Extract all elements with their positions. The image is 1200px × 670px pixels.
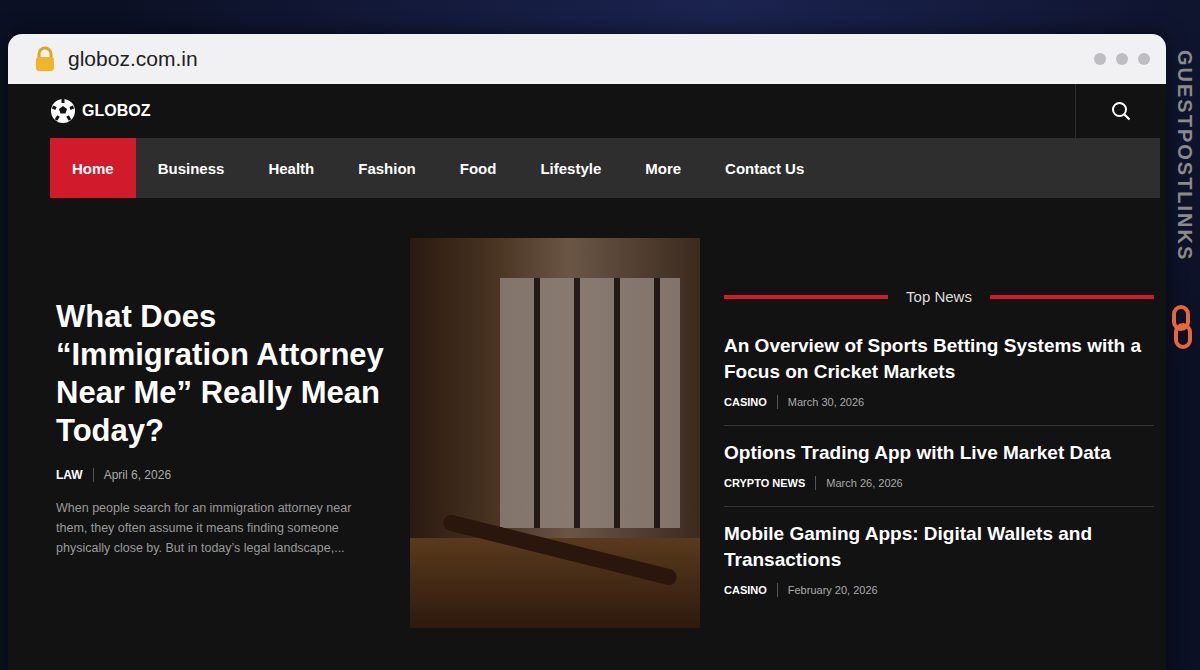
browser-window: globoz.com.in GLOBOZ HomeBusinessHealthFas… bbox=[8, 34, 1166, 670]
hero-section: What Does “Immigration Attorney Near Me”… bbox=[8, 198, 1166, 628]
meta-separator bbox=[815, 476, 816, 490]
news-item: Mobile Gaming Apps: Digital Wallets and … bbox=[724, 507, 1154, 613]
news-title[interactable]: An Overview of Sports Betting Systems wi… bbox=[724, 333, 1154, 385]
nav-item[interactable]: Lifestyle bbox=[518, 138, 623, 198]
post-date: April 6, 2026 bbox=[104, 468, 171, 482]
soccer-ball-icon bbox=[50, 98, 76, 124]
window-dot[interactable] bbox=[1094, 53, 1106, 65]
top-news-heading: Top News bbox=[906, 288, 972, 305]
news-item: Options Trading App with Live Market Dat… bbox=[724, 426, 1154, 507]
site-logo[interactable]: GLOBOZ bbox=[50, 98, 1075, 124]
post-date: March 26, 2026 bbox=[826, 477, 902, 489]
category-link[interactable]: LAW bbox=[56, 468, 83, 482]
nav-item[interactable]: Contact Us bbox=[703, 138, 826, 198]
news-item: An Overview of Sports Betting Systems wi… bbox=[724, 319, 1154, 426]
nav-item[interactable]: Business bbox=[136, 138, 247, 198]
nav-item[interactable]: Home bbox=[50, 138, 136, 198]
meta-separator bbox=[777, 583, 778, 597]
news-meta: CASINO February 20, 2026 bbox=[724, 583, 1154, 597]
red-line bbox=[990, 295, 1154, 299]
nav-item[interactable]: Fashion bbox=[336, 138, 438, 198]
watermark: GUESTPOSTLINKS bbox=[1164, 50, 1200, 530]
nav-item[interactable]: More bbox=[623, 138, 703, 198]
category-link[interactable]: CASINO bbox=[724, 396, 767, 408]
category-link[interactable]: CASINO bbox=[724, 584, 767, 596]
window-dot[interactable] bbox=[1116, 53, 1128, 65]
hero-excerpt: When people search for an immigration at… bbox=[56, 498, 386, 558]
meta-separator bbox=[93, 468, 94, 482]
window-dot[interactable] bbox=[1138, 53, 1150, 65]
category-link[interactable]: CRYPTO NEWS bbox=[724, 477, 805, 489]
top-news: Top News An Overview of Sports Betting Sy… bbox=[724, 238, 1154, 628]
hero-article: What Does “Immigration Attorney Near Me”… bbox=[56, 238, 386, 628]
news-meta: CASINO March 30, 2026 bbox=[724, 395, 1154, 409]
main-nav: HomeBusinessHealthFashionFoodLifestyleMo… bbox=[50, 138, 1160, 198]
address-bar: globoz.com.in bbox=[8, 34, 1166, 84]
window-controls bbox=[1094, 53, 1150, 65]
hero-meta: LAW April 6, 2026 bbox=[56, 468, 386, 482]
web-page: GLOBOZ HomeBusinessHealthFashionFoodLifes… bbox=[8, 84, 1166, 670]
lock-icon bbox=[34, 46, 56, 72]
post-date: March 30, 2026 bbox=[788, 396, 864, 408]
logo-text[interactable]: GLOBOZ bbox=[82, 102, 150, 120]
top-news-header: Top News bbox=[724, 288, 1154, 305]
news-meta: CRYPTO NEWS March 26, 2026 bbox=[724, 476, 1154, 490]
search-icon[interactable] bbox=[1111, 101, 1131, 121]
books-shape bbox=[500, 278, 680, 528]
red-line bbox=[724, 295, 888, 299]
site-header: GLOBOZ bbox=[8, 84, 1166, 138]
url-text[interactable]: globoz.com.in bbox=[68, 47, 1082, 71]
hero-title[interactable]: What Does “Immigration Attorney Near Me”… bbox=[56, 298, 386, 450]
hero-image[interactable] bbox=[410, 238, 700, 628]
nav-item[interactable]: Food bbox=[438, 138, 519, 198]
search-button[interactable] bbox=[1075, 84, 1166, 138]
meta-separator bbox=[777, 395, 778, 409]
post-date: February 20, 2026 bbox=[788, 584, 878, 596]
watermark-text: GUESTPOSTLINKS bbox=[1173, 50, 1196, 261]
news-title[interactable]: Options Trading App with Live Market Dat… bbox=[724, 440, 1154, 466]
link-icon bbox=[1170, 305, 1194, 349]
nav-item[interactable]: Health bbox=[246, 138, 336, 198]
news-title[interactable]: Mobile Gaming Apps: Digital Wallets and … bbox=[724, 521, 1154, 573]
